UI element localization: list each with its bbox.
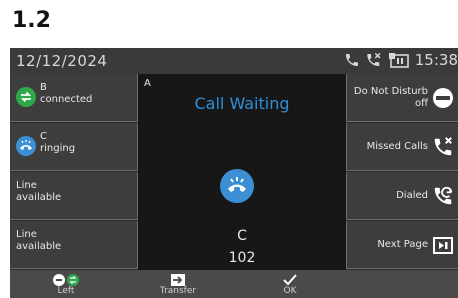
- call-state-title: Call Waiting: [194, 94, 290, 113]
- status-bar: 12/12/2024 15:38: [10, 48, 458, 74]
- phone-screen: 12/12/2024 15:38 B connected C ringing L…: [10, 48, 458, 298]
- line-key-available-2[interactable]: Line available: [10, 221, 138, 269]
- left-line-icon: [53, 274, 79, 286]
- status-time: 15:38: [414, 51, 458, 69]
- call-ringing-icon: [16, 136, 36, 156]
- device-status-icon: [388, 53, 409, 68]
- section-title: 1.2: [12, 8, 51, 33]
- caller-number: 102: [228, 250, 256, 266]
- softkey-transfer[interactable]: Transfer: [122, 270, 234, 298]
- next-page-icon: [433, 237, 453, 254]
- call-panel: A Call Waiting C 102: [138, 74, 346, 270]
- line-b-state: connected: [40, 94, 93, 105]
- check-icon: [283, 274, 297, 286]
- line-key-available-1[interactable]: Line available: [10, 172, 138, 220]
- status-icons: 15:38: [344, 51, 458, 69]
- next-page-key[interactable]: Next Page: [346, 221, 458, 269]
- missed-call-status-icon: [367, 52, 381, 66]
- line-b-name: B: [40, 82, 47, 93]
- line-4-state: available: [16, 241, 62, 252]
- dialed-icon: [434, 186, 453, 205]
- caller-name: C: [237, 228, 247, 244]
- missed-calls-key[interactable]: Missed Calls: [346, 123, 458, 171]
- line-4-label: Line: [16, 229, 37, 240]
- dnd-label: Do Not Disturb: [353, 86, 428, 97]
- transfer-icon: [171, 274, 185, 286]
- dnd-icon: [433, 88, 453, 108]
- softkey-left-label: Left: [57, 286, 75, 296]
- line-3-state: available: [16, 192, 62, 203]
- line-c-name: C: [40, 131, 47, 142]
- softkey-empty[interactable]: [346, 270, 458, 298]
- line-key-b[interactable]: B connected: [10, 74, 138, 122]
- next-page-label: Next Page: [377, 239, 428, 250]
- incoming-call-icon: [220, 169, 254, 203]
- softkey-bar: Left Transfer OK: [10, 270, 458, 298]
- softkey-transfer-label: Transfer: [159, 286, 197, 296]
- line-key-c[interactable]: C ringing: [10, 123, 138, 171]
- status-date: 12/12/2024: [16, 52, 108, 70]
- dialed-key[interactable]: Dialed: [346, 172, 458, 220]
- missed-calls-label: Missed Calls: [366, 141, 428, 152]
- dnd-key[interactable]: Do Not Disturb off: [346, 74, 458, 122]
- missed-calls-icon: [434, 137, 452, 156]
- active-call-icon: [345, 54, 358, 66]
- dialed-label: Dialed: [396, 190, 428, 201]
- softkey-left[interactable]: Left: [10, 270, 122, 298]
- line-c-state: ringing: [40, 143, 76, 154]
- softkey-ok-label: OK: [283, 286, 297, 296]
- line-keys: B connected C ringing Line available Lin…: [10, 74, 138, 270]
- call-connected-icon: [16, 87, 36, 107]
- account-label: A: [144, 78, 151, 89]
- softkey-ok[interactable]: OK: [234, 270, 346, 298]
- function-keys: Do Not Disturb off Missed Calls Dialed N…: [346, 74, 458, 270]
- dnd-state: off: [414, 98, 428, 109]
- line-3-label: Line: [16, 180, 37, 191]
